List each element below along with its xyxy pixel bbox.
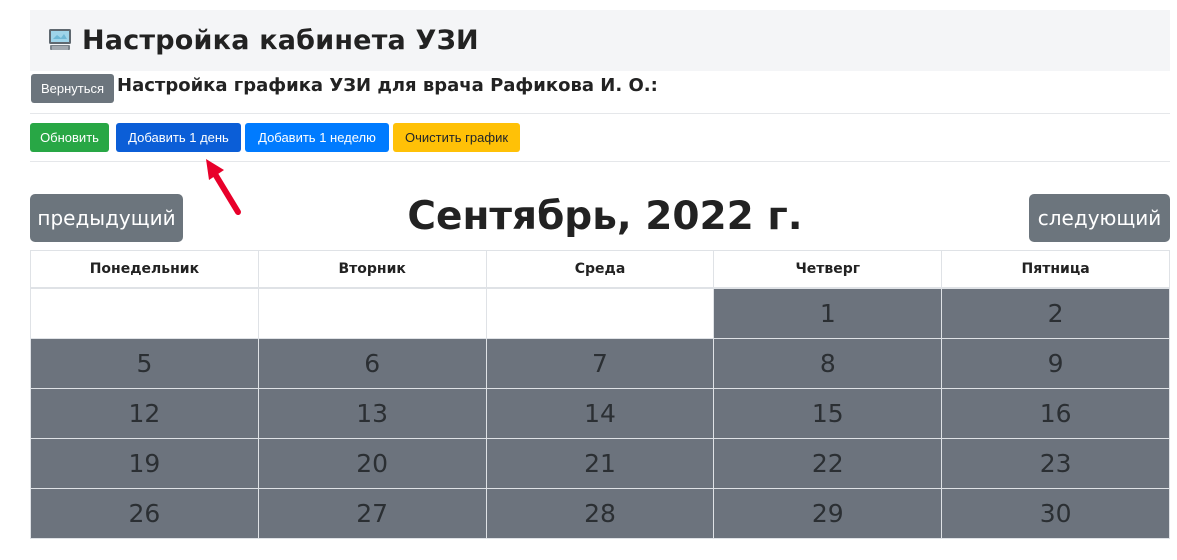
calendar-day-cell[interactable]: 21 — [485, 438, 715, 489]
calendar-day-cell[interactable]: 15 — [713, 388, 943, 439]
weekday-header-row: Понедельник Вторник Среда Четверг Пятниц… — [30, 250, 1170, 289]
weekday-header: Четверг — [713, 250, 943, 289]
add-week-button[interactable]: Добавить 1 неделю — [245, 123, 389, 152]
calendar-day-cell[interactable]: 26 — [30, 488, 259, 539]
calendar-empty-cell — [485, 287, 715, 339]
calendar-empty-cell — [257, 287, 487, 339]
calendar-week-row: 26 27 28 29 30 — [30, 488, 1170, 539]
calendar-day-cell[interactable]: 7 — [485, 338, 715, 389]
calendar-empty-cell — [30, 287, 259, 339]
weekday-header: Вторник — [257, 250, 487, 289]
month-title: Сентябрь, 2022 г. — [407, 194, 803, 239]
calendar-week-row: 12 13 14 15 16 — [30, 388, 1170, 439]
calendar-week-row: 56789 — [30, 338, 1170, 389]
computer-icon — [49, 29, 71, 50]
calendar-day-cell[interactable]: 27 — [257, 488, 487, 539]
calendar-table: Понедельник Вторник Среда Четверг Пятниц… — [30, 250, 1170, 539]
calendar-day-cell[interactable]: 28 — [485, 488, 715, 539]
calendar-day-cell[interactable]: 13 — [257, 388, 487, 439]
calendar-day-cell[interactable]: 29 — [713, 488, 943, 539]
calendar-day-cell[interactable]: 19 — [30, 438, 259, 489]
clear-schedule-button[interactable]: Очистить график — [393, 123, 520, 152]
add-day-button[interactable]: Добавить 1 день — [116, 123, 241, 152]
calendar-day-cell[interactable]: 12 — [30, 388, 259, 439]
calendar-day-cell[interactable]: 6 — [257, 338, 487, 389]
calendar-body: 1 2 5 6 7 8 9 12 13 14 15 16 19 20 21 22 23 26 27 28 29 30 — [30, 287, 1170, 539]
divider — [30, 113, 1170, 114]
annotation-arrow-icon — [206, 159, 241, 215]
calendar-day-cell[interactable]: 22 — [713, 438, 943, 489]
prev-month-button[interactable]: предыдущий — [30, 194, 183, 242]
calendar-week-row: 12 — [30, 287, 1170, 339]
page-title: Настройка кабинета УЗИ — [82, 25, 479, 56]
back-button[interactable]: Вернуться — [31, 74, 114, 103]
weekday-header: Среда — [485, 250, 715, 289]
refresh-button[interactable]: Обновить — [30, 123, 109, 152]
schedule-subtitle: Настройка графика УЗИ для врача Рафикова… — [117, 75, 658, 96]
calendar-day-cell[interactable]: 8 — [713, 338, 943, 389]
calendar-day-cell[interactable]: 14 — [485, 388, 715, 439]
calendar-day-cell[interactable]: 20 — [257, 438, 487, 489]
calendar-day-cell[interactable]: 16 — [941, 388, 1170, 439]
weekday-header: Понедельник — [30, 250, 259, 289]
calendar-day-cell[interactable]: 9 — [941, 338, 1170, 389]
next-month-button[interactable]: следующий — [1029, 194, 1170, 242]
calendar-day-cell[interactable]: 23 — [941, 438, 1170, 489]
calendar-day-cell[interactable]: 2 — [941, 287, 1170, 339]
weekday-header: Пятница — [941, 250, 1170, 289]
page-header: Настройка кабинета УЗИ — [30, 10, 1170, 71]
calendar-day-cell[interactable]: 30 — [941, 488, 1170, 539]
calendar-day-cell[interactable]: 1 — [713, 287, 943, 339]
calendar-day-cell[interactable]: 5 — [30, 338, 259, 389]
calendar-week-row: 19 20 21 22 23 — [30, 438, 1170, 489]
